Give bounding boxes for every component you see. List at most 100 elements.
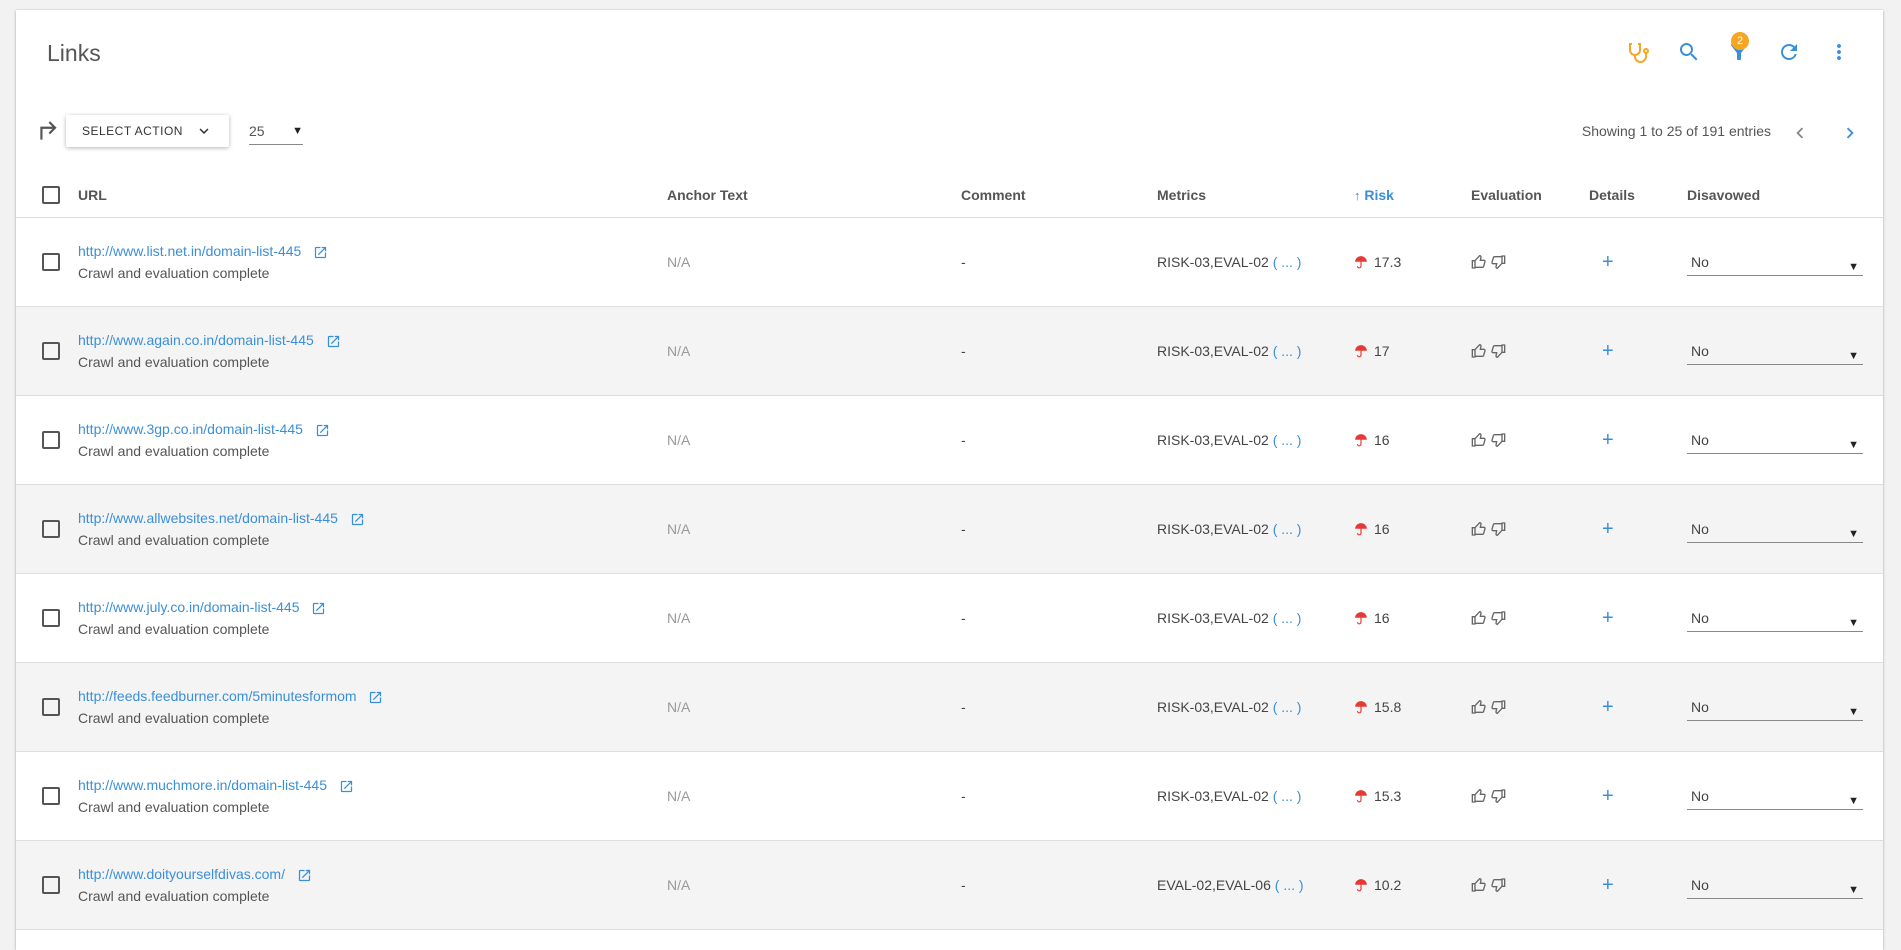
select-action-button[interactable]: SELECT ACTION [66, 115, 229, 147]
thumb-up-icon[interactable] [1471, 432, 1487, 448]
thumb-down-icon[interactable] [1490, 699, 1506, 715]
row-checkbox[interactable] [42, 787, 60, 805]
row-url-link[interactable]: http://www.3gp.co.in/domain-list-445 [78, 421, 303, 437]
row-metrics-codes: RISK-03,EVAL-02 [1157, 788, 1269, 804]
row-comment: - [961, 751, 1157, 841]
row-metrics-codes: RISK-03,EVAL-02 [1157, 610, 1269, 626]
open-in-new-icon[interactable] [315, 423, 330, 438]
row-url-link[interactable]: http://www.list.net.in/domain-list-445 [78, 243, 301, 259]
thumb-down-icon[interactable] [1490, 343, 1506, 359]
thumb-up-icon[interactable] [1471, 699, 1487, 715]
row-details-button[interactable]: + [1589, 340, 1614, 362]
row-disavowed-value: No [1691, 253, 1709, 270]
row-metrics: RISK-03,EVAL-02 ( ... ) [1157, 395, 1354, 485]
row-metrics-codes: EVAL-02,EVAL-06 [1157, 877, 1271, 893]
filter-icon[interactable]: 2 [1725, 32, 1753, 66]
row-disavowed-select[interactable]: No ▼ [1687, 604, 1863, 632]
row-checkbox[interactable] [42, 698, 60, 716]
search-icon[interactable] [1675, 38, 1703, 66]
open-in-new-icon[interactable] [368, 690, 383, 705]
row-url-link[interactable]: http://feeds.feedburner.com/5minutesform… [78, 688, 357, 704]
umbrella-icon [1355, 345, 1367, 358]
next-page-icon[interactable] [1839, 122, 1861, 144]
row-details-button[interactable]: + [1589, 251, 1614, 273]
open-in-new-icon[interactable] [326, 334, 341, 349]
open-in-new-icon[interactable] [350, 512, 365, 527]
column-url[interactable]: URL [78, 173, 667, 218]
row-url-link[interactable]: http://www.allwebsites.net/domain-list-4… [78, 510, 338, 526]
row-details-button[interactable]: + [1589, 518, 1614, 540]
column-metrics[interactable]: Metrics [1157, 173, 1354, 218]
open-in-new-icon[interactable] [297, 868, 312, 883]
open-in-new-icon[interactable] [311, 601, 326, 616]
row-checkbox[interactable] [42, 876, 60, 894]
row-disavowed-select[interactable]: No ▼ [1687, 337, 1863, 365]
open-in-new-icon[interactable] [313, 245, 328, 260]
row-details-button[interactable]: + [1589, 607, 1614, 629]
thumb-up-icon[interactable] [1471, 610, 1487, 626]
thumb-up-icon[interactable] [1471, 788, 1487, 804]
row-disavowed-select[interactable]: No ▼ [1687, 426, 1863, 454]
column-disavowed[interactable]: Disavowed [1687, 173, 1883, 218]
row-disavowed-select[interactable]: No ▼ [1687, 248, 1863, 276]
thumb-down-icon[interactable] [1490, 432, 1506, 448]
row-disavowed-select[interactable]: No ▼ [1687, 515, 1863, 543]
column-risk[interactable]: ↑ Risk [1354, 173, 1471, 218]
table-header-row: URL Anchor Text Comment Metrics ↑ Risk E… [16, 173, 1883, 218]
row-checkbox[interactable] [42, 431, 60, 449]
row-disavowed-select[interactable]: No ▼ [1687, 871, 1863, 899]
refresh-icon[interactable] [1775, 38, 1803, 66]
open-in-new-icon[interactable] [339, 779, 354, 794]
row-checkbox[interactable] [42, 609, 60, 627]
column-anchor-text[interactable]: Anchor Text [667, 173, 961, 218]
row-metrics-more-link[interactable]: ( ... ) [1273, 699, 1302, 715]
table-toolbar: SELECT ACTION 25 ▼ [36, 115, 303, 147]
table-row: http://www.muchmore.in/domain-list-445 C… [16, 751, 1883, 841]
previous-page-icon[interactable] [1789, 122, 1811, 144]
thumb-down-icon[interactable] [1490, 788, 1506, 804]
row-url-link[interactable]: http://www.again.co.in/domain-list-445 [78, 332, 314, 348]
row-metrics-more-link[interactable]: ( ... ) [1273, 343, 1302, 359]
thumb-up-icon[interactable] [1471, 521, 1487, 537]
row-risk: 15.3 [1354, 788, 1471, 804]
row-disavowed-select[interactable]: No ▼ [1687, 693, 1863, 721]
thumb-down-icon[interactable] [1490, 877, 1506, 893]
umbrella-icon [1355, 879, 1367, 892]
row-metrics-more-link[interactable]: ( ... ) [1273, 521, 1302, 537]
row-url-link[interactable]: http://www.muchmore.in/domain-list-445 [78, 777, 327, 793]
row-disavowed-select[interactable]: No ▼ [1687, 782, 1863, 810]
row-details-button[interactable]: + [1589, 696, 1614, 718]
thumb-up-icon[interactable] [1471, 254, 1487, 270]
row-metrics-more-link[interactable]: ( ... ) [1273, 254, 1302, 270]
row-details-button[interactable]: + [1589, 785, 1614, 807]
thumb-down-icon[interactable] [1490, 521, 1506, 537]
thumb-down-icon[interactable] [1490, 254, 1506, 270]
thumb-down-icon[interactable] [1490, 610, 1506, 626]
row-metrics-more-link[interactable]: ( ... ) [1273, 610, 1302, 626]
caret-down-icon: ▼ [1848, 438, 1859, 451]
table-row: http://www.list.net.in/domain-list-445 C… [16, 217, 1883, 307]
thumb-up-icon[interactable] [1471, 877, 1487, 893]
column-evaluation[interactable]: Evaluation [1471, 173, 1589, 218]
row-metrics-more-link[interactable]: ( ... ) [1273, 432, 1302, 448]
per-page-select[interactable]: 25 ▼ [248, 118, 303, 145]
row-metrics-more-link[interactable]: ( ... ) [1273, 788, 1302, 804]
table-row: http://www.doityourselfdivas.com/ Crawl … [16, 840, 1883, 930]
column-comment[interactable]: Comment [961, 173, 1157, 218]
row-checkbox[interactable] [42, 342, 60, 360]
thumb-up-icon[interactable] [1471, 343, 1487, 359]
more-vert-icon[interactable] [1825, 38, 1853, 66]
umbrella-icon [1355, 612, 1367, 625]
row-url-link[interactable]: http://www.july.co.in/domain-list-445 [78, 599, 300, 615]
select-all-checkbox[interactable] [42, 186, 60, 204]
stethoscope-icon[interactable] [1625, 38, 1653, 66]
row-details-button[interactable]: + [1589, 429, 1614, 451]
row-metrics-more-link[interactable]: ( ... ) [1275, 877, 1304, 893]
row-checkbox[interactable] [42, 520, 60, 538]
row-url-link[interactable]: http://www.doityourselfdivas.com/ [78, 866, 285, 882]
row-checkbox[interactable] [42, 253, 60, 271]
row-details-button[interactable]: + [1589, 874, 1614, 896]
umbrella-icon [1355, 434, 1367, 447]
row-risk-value: 17.3 [1374, 254, 1402, 270]
column-details[interactable]: Details [1589, 173, 1687, 218]
